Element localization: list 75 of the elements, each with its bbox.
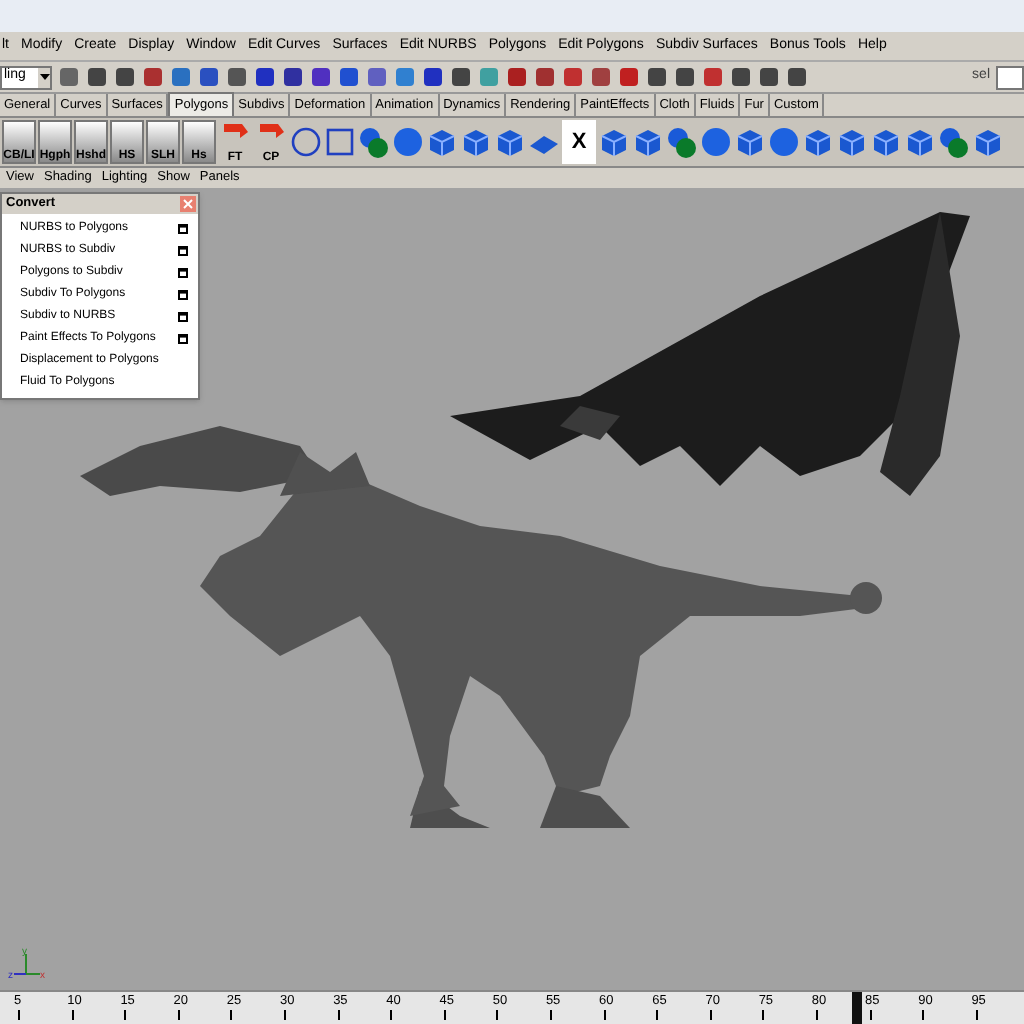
spheres-icon[interactable]: [358, 126, 390, 158]
frame-tick: [603, 1010, 606, 1020]
cube-icon[interactable]: [734, 126, 766, 158]
frame-tick: [496, 1010, 499, 1020]
toolbar-tool-icon[interactable]: [786, 66, 808, 88]
sphere-icon[interactable]: [700, 126, 732, 158]
cube-icon[interactable]: [632, 126, 664, 158]
square-icon[interactable]: [324, 126, 356, 158]
frame-tick: [283, 1010, 286, 1020]
toolbar-tool-icon[interactable]: [198, 66, 220, 88]
toolbar-tool-icon[interactable]: [562, 66, 584, 88]
arrow-icon: [257, 120, 285, 140]
close-icon[interactable]: [180, 196, 196, 212]
sphere-icon[interactable]: [392, 126, 424, 158]
toolbar-tool-icon[interactable]: [646, 66, 668, 88]
arrow-icon: [221, 120, 249, 140]
toolbar-tool-icon[interactable]: [86, 66, 108, 88]
frame-tick: [443, 1010, 446, 1020]
toolbar-tool-icon[interactable]: [226, 66, 248, 88]
cube-icon[interactable]: [972, 126, 1004, 158]
frame-tick: [815, 1010, 818, 1020]
option-box-icon[interactable]: [178, 224, 188, 234]
frame-tick: [975, 1010, 978, 1020]
toolbar-tool-icon[interactable]: [114, 66, 136, 88]
cube-icon[interactable]: [426, 126, 458, 158]
toolbar-tool-icon[interactable]: [338, 66, 360, 88]
frame-tick: [709, 1010, 712, 1020]
frame-tick: [230, 1010, 233, 1020]
frame-tick: [549, 1010, 552, 1020]
toolbar-tool-icon[interactable]: [170, 66, 192, 88]
toolbar-tool-icon[interactable]: [422, 66, 444, 88]
toolbar-tool-icon[interactable]: [674, 66, 696, 88]
current-time-marker[interactable]: [852, 992, 863, 1024]
option-box-icon[interactable]: [178, 312, 188, 322]
frame-tick: [177, 1010, 180, 1020]
toolbar-tool-icon[interactable]: [142, 66, 164, 88]
toolbar-tool-icon[interactable]: [702, 66, 724, 88]
frame-tick: [337, 1010, 340, 1020]
sphere-icon[interactable]: [768, 126, 800, 158]
option-box-icon[interactable]: [178, 334, 188, 344]
cube-icon[interactable]: [494, 126, 526, 158]
selection-input-field[interactable]: [996, 65, 1024, 89]
cube-icon[interactable]: [836, 126, 868, 158]
toolbar-tool-icon[interactable]: [758, 66, 780, 88]
cube-icon[interactable]: [598, 126, 630, 158]
toolbar-tool-icon[interactable]: [590, 66, 612, 88]
cube-icon[interactable]: [460, 126, 492, 158]
frame-tick: [390, 1010, 393, 1020]
circle-icon[interactable]: [290, 126, 322, 158]
frame-tick: [762, 1010, 765, 1020]
cube-icon[interactable]: [904, 126, 936, 158]
option-box-icon[interactable]: [178, 290, 188, 300]
cube-icon[interactable]: [870, 126, 902, 158]
option-box-icon[interactable]: [178, 268, 188, 278]
toolbar-tool-icon[interactable]: [58, 66, 80, 88]
spheres-icon[interactable]: [938, 126, 970, 158]
frame-tick: [922, 1010, 925, 1020]
toolbar-tool-icon[interactable]: [450, 66, 472, 88]
frame-tick: [869, 1010, 871, 1020]
toolbar-tool-icon[interactable]: [366, 66, 388, 88]
shelf-tool-button[interactable]: X: [562, 120, 596, 164]
spheres-icon[interactable]: [666, 126, 698, 158]
toolbar-tool-icon[interactable]: [310, 66, 332, 88]
frame-tick: [124, 1010, 127, 1020]
toolbar-tool-icon[interactable]: [282, 66, 304, 88]
toolbar-tool-icon[interactable]: [506, 66, 528, 88]
option-box-icon[interactable]: [178, 246, 188, 256]
toolbar-tool-icon[interactable]: [730, 66, 752, 88]
toolbar-tool-icon[interactable]: [254, 66, 276, 88]
toolbar-tool-icon[interactable]: [534, 66, 556, 88]
cube-icon[interactable]: [802, 126, 834, 158]
frame-tick: [18, 1010, 20, 1020]
frame-tick: [656, 1010, 659, 1020]
frame-tick: [71, 1010, 74, 1020]
toolbar-tool-icon[interactable]: [618, 66, 640, 88]
